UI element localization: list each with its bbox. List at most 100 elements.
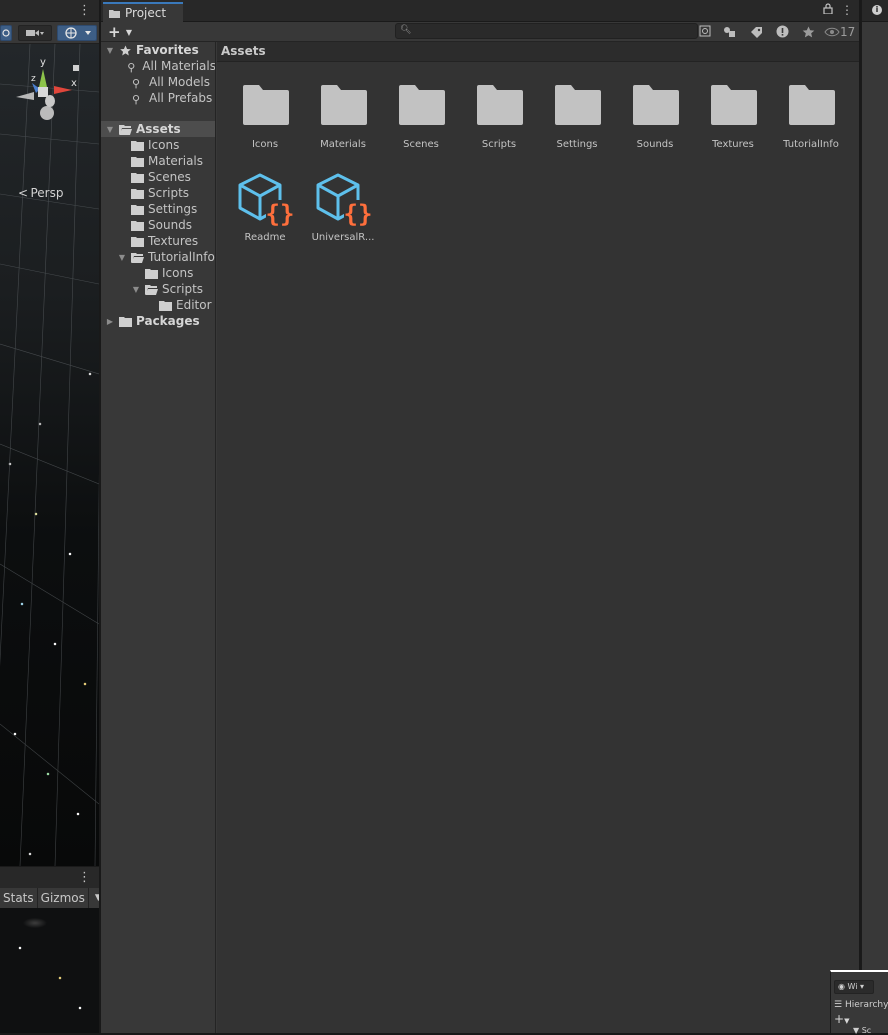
stats-button[interactable]: Stats <box>0 888 38 908</box>
gizmo-dropdown-button[interactable] <box>57 25 97 41</box>
tree-folder-item[interactable]: ▼ TutorialInfo <box>101 249 215 265</box>
tree-folder-label: Icons <box>162 266 194 280</box>
gizmos-button[interactable]: Gizmos <box>38 888 89 908</box>
tree-folder-label: TutorialInfo <box>148 250 215 264</box>
folder-tile[interactable]: Materials <box>304 83 382 173</box>
asset-tile[interactable]: {} Readme <box>226 173 304 266</box>
tree-folder-item[interactable]: Scenes <box>101 169 215 185</box>
tree-packages[interactable]: ▶ Packages <box>101 313 215 329</box>
favorites-button[interactable] <box>798 23 818 40</box>
projection-toggle[interactable]: < Persp <box>18 186 63 200</box>
draw-mode-button[interactable] <box>0 25 12 41</box>
lock-icon[interactable] <box>823 3 833 14</box>
tile-label: Textures <box>712 139 754 150</box>
search-icon: ⚲ <box>132 92 141 106</box>
scene-row[interactable]: ▼ Sc <box>853 1026 871 1035</box>
svg-text:{}: {} <box>266 200 295 228</box>
game-toolbar: Stats Gizmos ▼ <box>0 888 99 908</box>
tree-folder-item[interactable]: Icons <box>101 137 215 153</box>
hidden-count: 17 <box>840 24 856 39</box>
chevron-down-icon[interactable]: ▼ <box>105 46 115 55</box>
kebab-menu-icon[interactable]: ⋮ <box>841 3 853 17</box>
asset-grid[interactable]: Assets Icons Materials Scenes Scripts Settin… <box>217 42 859 1033</box>
game-view[interactable] <box>0 908 99 1033</box>
gizmos-dropdown-icon[interactable]: ▼ <box>89 888 99 908</box>
folder-tile[interactable]: Settings <box>538 83 616 173</box>
inspector-window: i <box>861 0 888 1033</box>
tab-hierarchy[interactable]: ☰ Hierarchy <box>831 998 888 1012</box>
folder-icon <box>477 85 523 125</box>
star-icon <box>802 26 814 37</box>
svg-text:{}: {} <box>344 200 373 228</box>
camera-dropdown-button[interactable] <box>18 25 52 41</box>
tree-folder-item[interactable]: Sounds <box>101 217 215 233</box>
tree-favorite-all-models[interactable]: ⚲ All Models <box>101 74 215 90</box>
tree-folder-label: Sounds <box>148 218 193 232</box>
folder-tile[interactable]: TutorialInfo <box>772 83 850 173</box>
tree-folder-label: Editor <box>176 298 212 312</box>
tile-label: Sounds <box>636 139 674 150</box>
search-by-type-icon[interactable] <box>699 25 711 37</box>
folder-tile[interactable]: Textures <box>694 83 772 173</box>
filter-by-type-button[interactable] <box>720 23 740 40</box>
tree-folder-item[interactable]: Icons <box>101 265 215 281</box>
search-box[interactable]: 🔍︎ <box>395 23 711 39</box>
tree-favorite-all-prefabs[interactable]: ⚲ All Prefabs <box>101 90 215 106</box>
tree-folder-item[interactable]: Scripts <box>101 185 215 201</box>
tree-folder-item[interactable]: Textures <box>101 233 215 249</box>
search-input[interactable] <box>412 24 692 38</box>
breadcrumb[interactable]: Assets <box>217 42 859 62</box>
kebab-menu-icon[interactable]: ⋮ <box>78 870 91 885</box>
filter-by-label-button[interactable] <box>746 23 766 40</box>
chevron-down-icon[interactable]: ▼ <box>105 125 115 134</box>
layout-dropdown[interactable]: ◉ Wi ▾ <box>834 980 874 994</box>
tree-favorites[interactable]: ▼ Favorites <box>101 42 215 58</box>
folder-tree[interactable]: ▼ Favorites ⚲ All Materials ⚲ All Models… <box>101 42 216 1033</box>
chevron-down-icon[interactable]: ▼ <box>117 253 127 262</box>
folder-tile[interactable]: Sounds <box>616 83 694 173</box>
tree-folder-label: Materials <box>148 154 204 168</box>
scene-toolbar <box>0 22 99 44</box>
tree-folder-item[interactable]: Settings <box>101 201 215 217</box>
info-icon[interactable]: i <box>872 5 882 15</box>
chevron-right-icon[interactable]: ▶ <box>105 317 115 326</box>
breadcrumb-assets[interactable]: Assets <box>221 44 266 58</box>
folder-tile[interactable]: Scenes <box>382 83 460 173</box>
scriptable-object-icon: {} <box>238 173 295 228</box>
folder-tile[interactable]: Icons <box>226 83 304 173</box>
folder-icon <box>145 268 158 279</box>
hidden-packages-toggle[interactable]: 17 <box>824 25 855 39</box>
eye-icon <box>824 27 840 36</box>
tree-favorite-all-materials[interactable]: ⚲ All Materials <box>101 58 215 74</box>
filter-by-log-button[interactable] <box>772 23 792 40</box>
tree-assets[interactable]: ▼ Assets <box>101 121 215 137</box>
folder-icon <box>131 156 144 167</box>
tree-folder-label: Settings <box>148 202 198 216</box>
asset-tile[interactable]: {} UniversalR... <box>304 173 382 266</box>
folder-icon <box>131 204 144 215</box>
search-icon: 🔍︎ <box>400 25 412 35</box>
tree-folder-label: Scripts <box>148 186 190 200</box>
draw-mode-icon <box>2 29 10 37</box>
tree-folder-label: Icons <box>148 138 180 152</box>
tree-folder-item[interactable]: ▼ Scripts <box>101 281 215 297</box>
tree-folder-label: Textures <box>148 234 199 248</box>
chevron-down-icon[interactable]: ▼ <box>131 285 141 294</box>
kebab-menu-icon[interactable]: ⋮ <box>78 3 91 18</box>
tree-folder-item[interactable]: Materials <box>101 153 215 169</box>
persp-label: Persp <box>30 186 64 200</box>
gizmo-globe-icon <box>65 27 91 39</box>
tree-folder-item[interactable]: Editor <box>101 297 215 313</box>
folder-icon <box>321 85 367 125</box>
create-button[interactable]: + ▼ <box>108 23 132 41</box>
open-folder-icon <box>145 284 158 295</box>
scene-view[interactable]: ⋮ y x z < Persp ⋮ Stats Gizmos ▼ <box>0 0 99 1033</box>
folder-tile[interactable]: Scripts <box>460 83 538 173</box>
star-icon <box>120 44 131 55</box>
scene-viewport[interactable]: y x z < Persp <box>0 44 99 866</box>
create-button-label: + <box>834 1012 845 1026</box>
tab-project[interactable]: Project <box>103 2 183 22</box>
folder-icon <box>119 316 132 327</box>
orientation-gizmo[interactable]: y x z <box>10 57 80 127</box>
create-button[interactable]: +▼ <box>834 1012 849 1026</box>
